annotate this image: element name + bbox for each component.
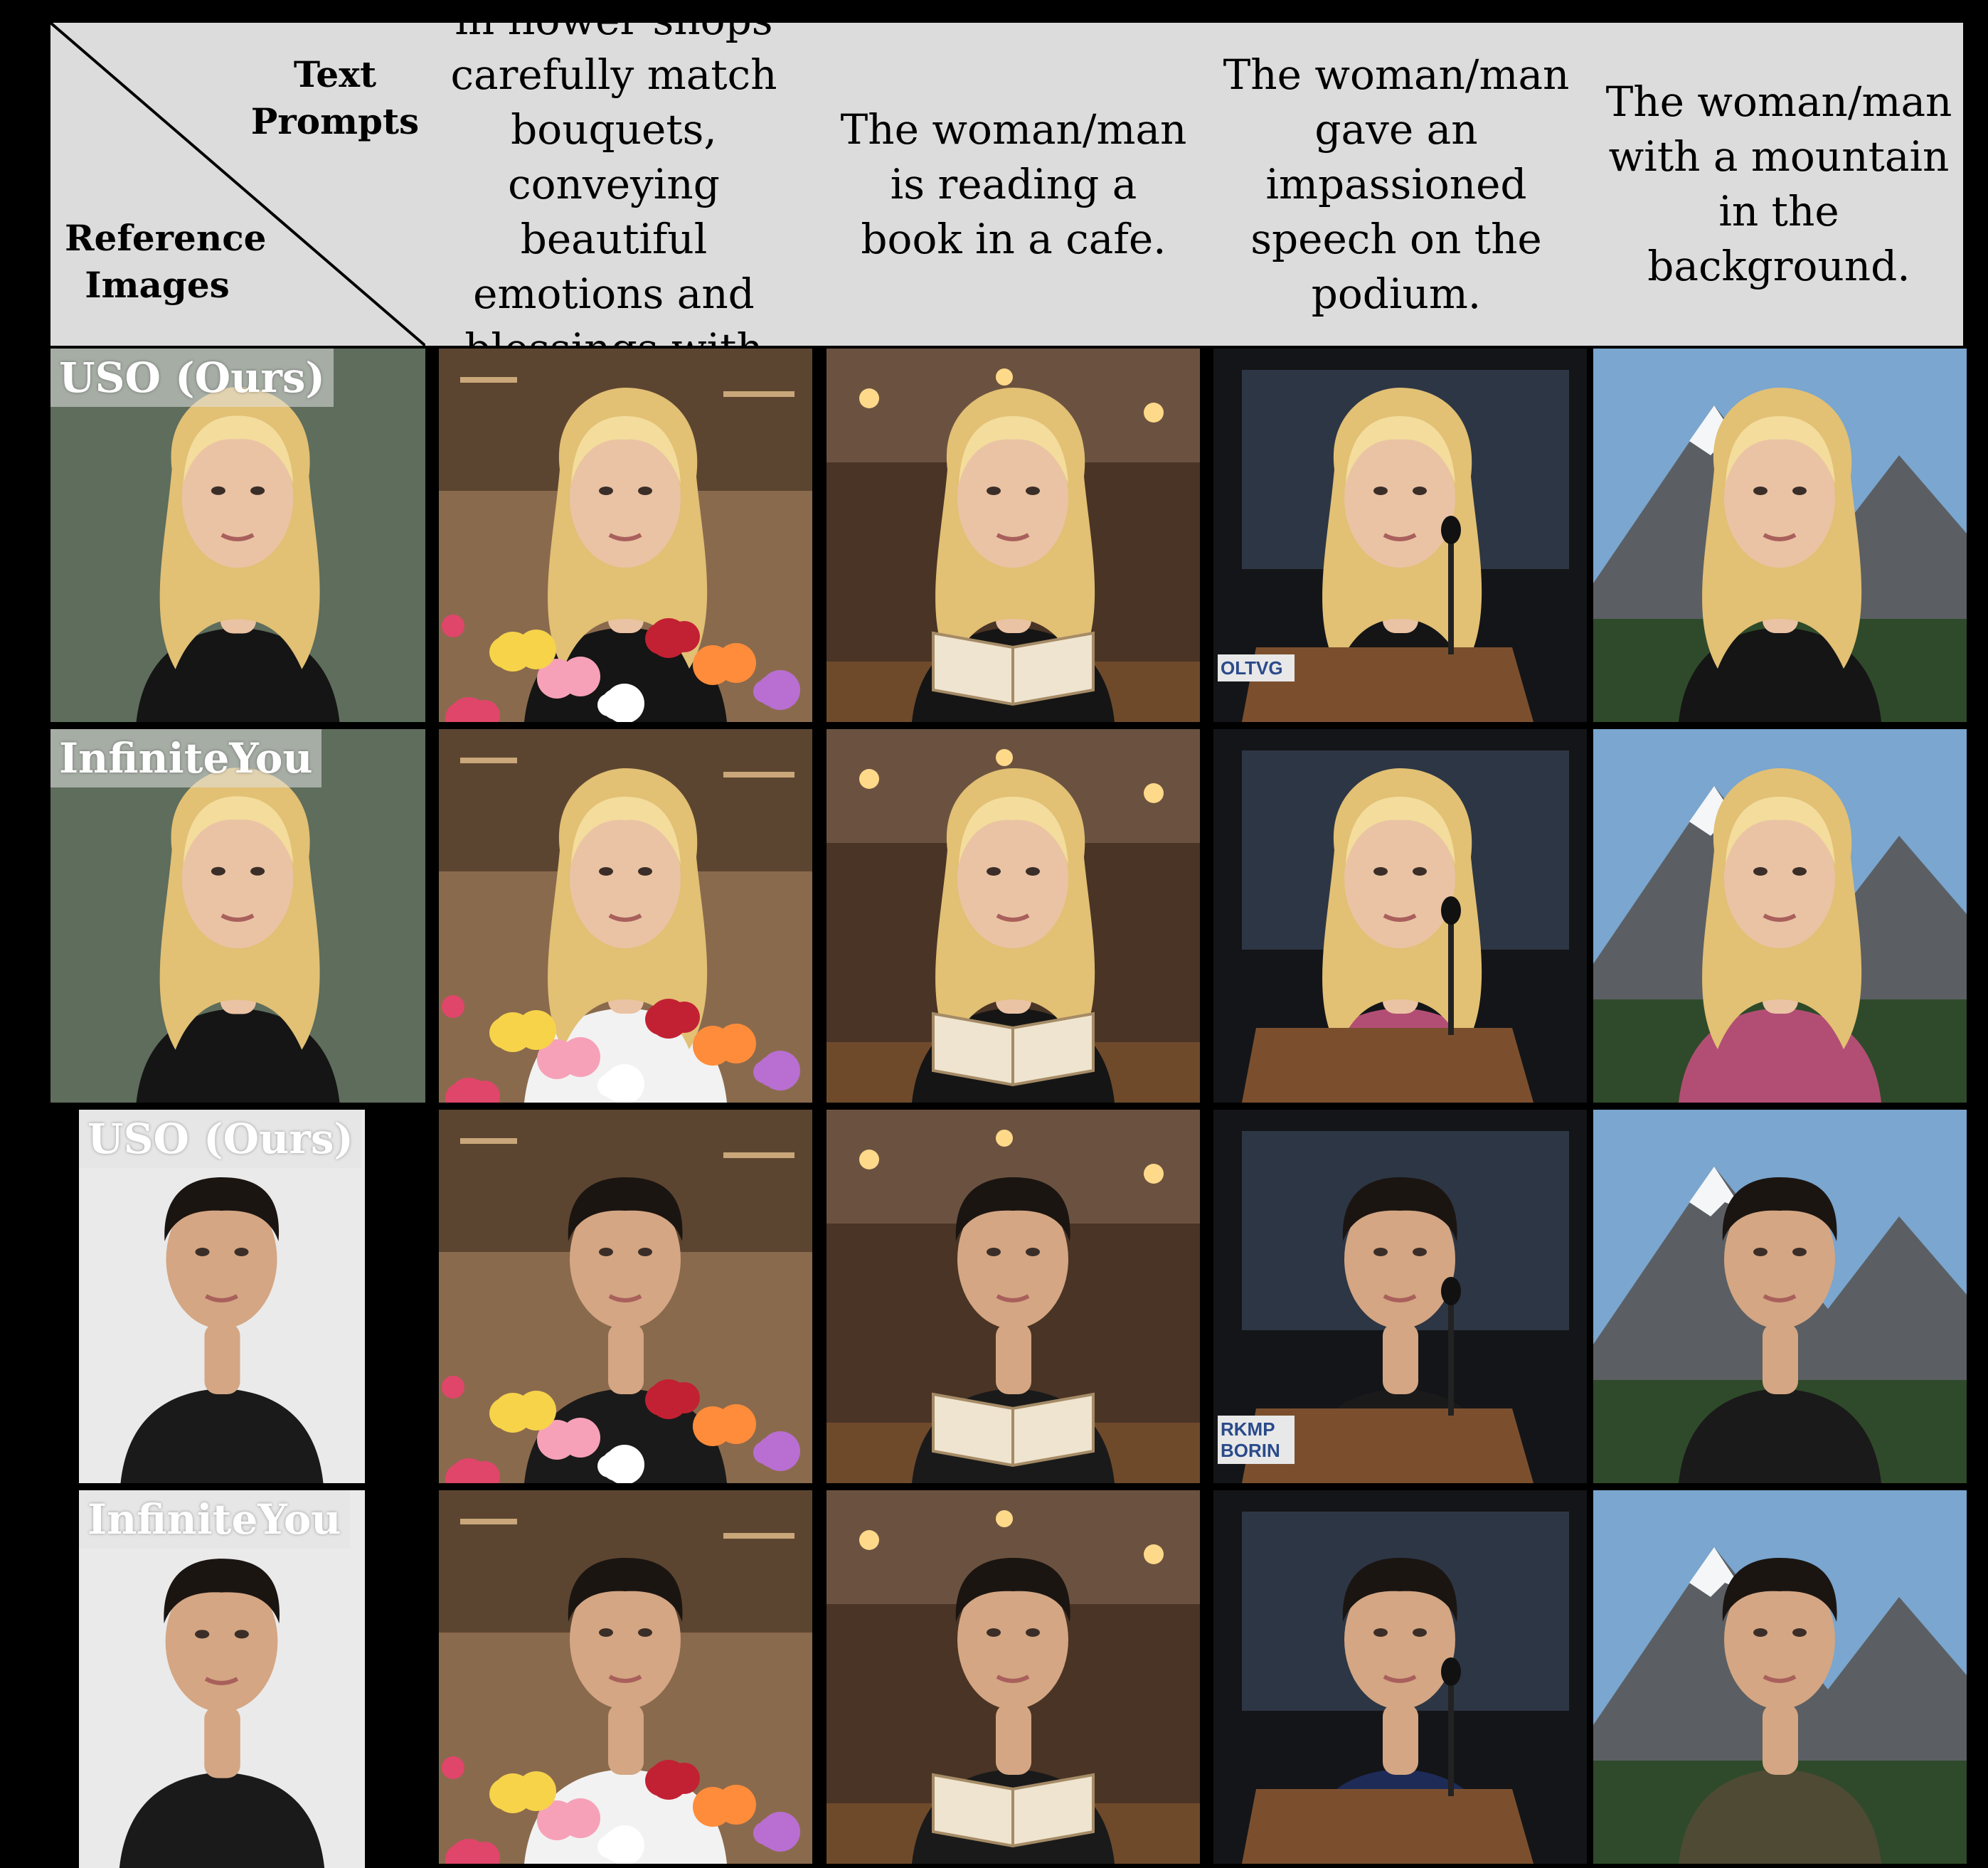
- reference-image: InfiniteYou: [51, 729, 425, 1103]
- prompt-header-flower-shop: The woman/man in flower shops carefully …: [422, 0, 806, 428]
- generated-image-flower-shop: [439, 1490, 812, 1864]
- generated-image-flower-shop: [439, 729, 812, 1103]
- generated-image-flower-shop: [439, 349, 812, 722]
- prompt-header-mountain: The woman/man with a mountain in the bac…: [1587, 23, 1971, 346]
- prompt-header-cafe: The woman/man is reading a book in a caf…: [822, 23, 1206, 346]
- method-label: InfiniteYou: [51, 729, 321, 787]
- scene-illustration: [439, 349, 812, 722]
- scene-illustration: [1593, 729, 1967, 1103]
- generated-image-mountain-background: [1593, 349, 1967, 722]
- header-band: Text Prompts Reference Images The woman/…: [51, 0, 1963, 428]
- scene-illustration: [826, 1490, 1200, 1864]
- method-label: USO (Ours): [79, 1110, 362, 1168]
- scene-illustration: [826, 1110, 1200, 1483]
- generated-image-podium-speech: [1213, 1490, 1587, 1864]
- scene-illustration: [439, 1110, 812, 1483]
- scene-illustration: [1213, 729, 1587, 1103]
- prompt-text: The woman/man is reading a book in a caf…: [840, 105, 1187, 263]
- reference-image: InfiniteYou: [79, 1490, 365, 1868]
- generated-image-cafe-reading: [826, 349, 1200, 722]
- podium-sign-text: RKMP BORIN: [1218, 1416, 1295, 1464]
- method-label: InfiniteYou: [79, 1490, 350, 1549]
- scene-illustration: [439, 729, 812, 1103]
- text-prompts-label: Text Prompts: [250, 53, 420, 142]
- scene-illustration: [1213, 1490, 1587, 1864]
- generated-image-mountain-background: [1593, 1110, 1967, 1483]
- generated-image-cafe-reading: [826, 1490, 1200, 1864]
- scene-illustration: [826, 729, 1200, 1103]
- scene-illustration: [439, 1490, 812, 1864]
- generated-image-podium-speech: [1213, 729, 1587, 1103]
- scene-illustration: [1593, 1110, 1967, 1483]
- reference-image: USO (Ours): [79, 1110, 365, 1483]
- corner-cell: Text Prompts Reference Images: [51, 23, 425, 346]
- reference-image: USO (Ours): [51, 349, 425, 722]
- prompt-header-podium: The woman/man gave an impassioned speech…: [1204, 23, 1588, 346]
- generated-image-cafe-reading: [826, 1110, 1200, 1483]
- generated-image-mountain-background: [1593, 1490, 1967, 1864]
- comparison-figure: Text Prompts Reference Images The woman/…: [0, 0, 1988, 1868]
- scene-illustration: [1593, 349, 1967, 722]
- podium-sign-text: OLTVG: [1218, 654, 1295, 681]
- prompt-text: The woman/man gave an impassioned speech…: [1223, 50, 1570, 318]
- generated-image-cafe-reading: [826, 729, 1200, 1103]
- method-label: USO (Ours): [51, 349, 334, 407]
- reference-images-label: Reference Images: [65, 217, 267, 306]
- scene-illustration: [1593, 1490, 1967, 1864]
- generated-image-mountain-background: [1593, 729, 1967, 1103]
- scene-illustration: [826, 349, 1200, 722]
- prompt-text: The woman/man with a mountain in the bac…: [1605, 78, 1952, 290]
- generated-image-flower-shop: [439, 1110, 812, 1483]
